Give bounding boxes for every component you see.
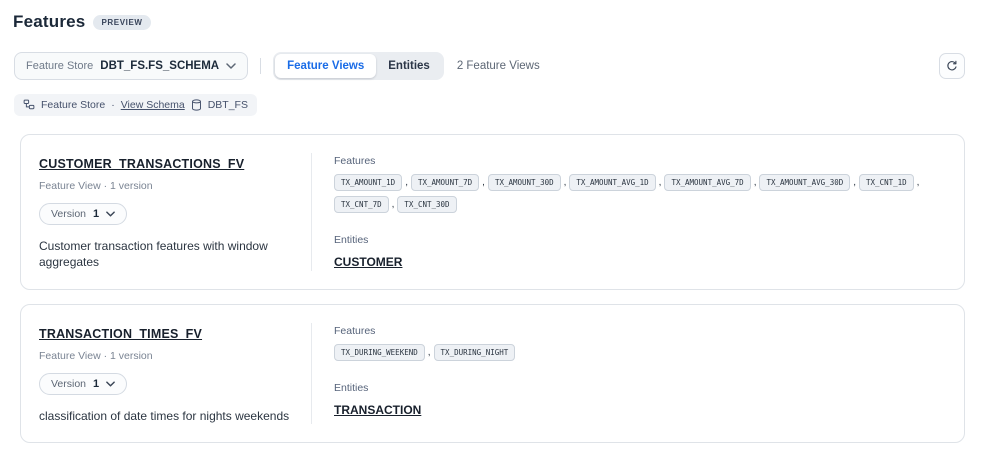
- chip-separator: ,: [659, 177, 662, 188]
- feature-chip: TX_DURING_WEEKEND: [334, 344, 425, 361]
- breadcrumb: Feature Store · View Schema DBT_FS: [14, 94, 257, 116]
- version-value: 1: [93, 208, 99, 220]
- toolbar-divider: [260, 58, 261, 74]
- feature-chip-item: TX_CNT_1D,: [859, 174, 922, 191]
- feature-view-title-link[interactable]: CUSTOMER_TRANSACTIONS_FV: [39, 157, 244, 171]
- feature-view-description: Customer transaction features with windo…: [39, 238, 294, 270]
- chip-separator: ,: [754, 177, 757, 188]
- features-label: Features: [334, 325, 944, 337]
- card-summary: CUSTOMER_TRANSACTIONS_FV Feature View · …: [21, 135, 311, 289]
- feature-view-card: CUSTOMER_TRANSACTIONS_FV Feature View · …: [20, 134, 965, 290]
- chip-separator: ,: [564, 177, 567, 188]
- feature-chip: TX_CNT_30D: [397, 196, 456, 213]
- entity-link[interactable]: CUSTOMER: [334, 255, 402, 269]
- page-header: Features PREVIEW: [0, 0, 985, 32]
- store-selector-label: Feature Store: [26, 60, 93, 72]
- feature-chip-item: TX_AMOUNT_7D,: [411, 174, 488, 191]
- version-label: Version: [51, 208, 86, 220]
- toolbar: Feature Store DBT_FS.FS_SCHEMA Feature V…: [14, 52, 965, 80]
- chevron-down-icon: [226, 63, 236, 69]
- chevron-down-icon: [106, 381, 115, 387]
- feature-view-meta: Feature View · 1 version: [39, 180, 301, 192]
- chip-separator: ,: [482, 177, 485, 188]
- feature-chip: TX_AMOUNT_7D: [411, 174, 479, 191]
- feature-view-list: CUSTOMER_TRANSACTIONS_FV Feature View · …: [20, 134, 965, 443]
- tab-entities[interactable]: Entities: [376, 54, 442, 78]
- view-schema-link[interactable]: View Schema: [121, 99, 185, 111]
- card-details: Features TX_AMOUNT_1D, TX_AMOUNT_7D, TX_…: [312, 135, 964, 289]
- features-chip-list: TX_AMOUNT_1D, TX_AMOUNT_7D, TX_AMOUNT_30…: [334, 174, 944, 218]
- feature-chip-item: TX_AMOUNT_AVG_1D,: [569, 174, 664, 191]
- feature-chip: TX_AMOUNT_1D: [334, 174, 402, 191]
- feature-chip: TX_AMOUNT_AVG_7D: [664, 174, 750, 191]
- refresh-icon: [946, 60, 958, 72]
- feature-view-title-link[interactable]: TRANSACTION_TIMES_FV: [39, 327, 202, 341]
- entities-block: Entities CUSTOMER: [334, 234, 944, 271]
- feature-views-count: 2 Feature Views: [457, 60, 540, 72]
- refresh-button[interactable]: [939, 53, 965, 79]
- feature-store-selector[interactable]: Feature Store DBT_FS.FS_SCHEMA: [14, 52, 248, 80]
- page-title: Features: [13, 12, 85, 32]
- view-switcher: Feature Views Entities: [273, 52, 444, 80]
- preview-badge: PREVIEW: [93, 15, 150, 30]
- store-selector-value: DBT_FS.FS_SCHEMA: [100, 60, 219, 72]
- feature-chip-item: TX_CNT_30D,: [397, 196, 456, 213]
- entities-block: Entities TRANSACTION: [334, 382, 944, 419]
- schema-icon: [23, 99, 35, 111]
- feature-chip-item: TX_AMOUNT_AVG_7D,: [664, 174, 759, 191]
- chip-separator: ,: [392, 199, 395, 210]
- feature-chip-item: TX_DURING_WEEKEND,: [334, 344, 434, 361]
- features-chip-list: TX_DURING_WEEKEND, TX_DURING_NIGHT,: [334, 344, 944, 366]
- feature-chip-item: TX_CNT_7D,: [334, 196, 397, 213]
- entities-label: Entities: [334, 382, 944, 394]
- chip-separator: ,: [428, 347, 431, 358]
- chevron-down-icon: [106, 211, 115, 217]
- version-label: Version: [51, 378, 86, 390]
- chip-separator: ,: [405, 177, 408, 188]
- feature-chip: TX_AMOUNT_AVG_30D: [759, 174, 850, 191]
- version-selector[interactable]: Version 1: [39, 373, 127, 395]
- feature-chip: TX_DURING_NIGHT: [434, 344, 516, 361]
- feature-chip: TX_CNT_7D: [334, 196, 389, 213]
- feature-chip-item: TX_AMOUNT_AVG_30D,: [759, 174, 859, 191]
- feature-chip: TX_AMOUNT_AVG_1D: [569, 174, 655, 191]
- breadcrumb-store-label: Feature Store: [41, 99, 105, 111]
- feature-chip-item: TX_DURING_NIGHT,: [434, 344, 516, 361]
- database-icon: [191, 99, 202, 111]
- features-label: Features: [334, 155, 944, 167]
- breadcrumb-row: Feature Store · View Schema DBT_FS: [14, 94, 985, 116]
- card-summary: TRANSACTION_TIMES_FV Feature View · 1 ve…: [21, 305, 311, 442]
- entity-list: TRANSACTION: [334, 401, 944, 419]
- version-value: 1: [93, 378, 99, 390]
- feature-chip-item: TX_AMOUNT_1D,: [334, 174, 411, 191]
- breadcrumb-database-name: DBT_FS: [208, 99, 248, 111]
- chip-separator: ,: [917, 177, 920, 188]
- card-details: Features TX_DURING_WEEKEND, TX_DURING_NI…: [312, 305, 964, 442]
- feature-view-meta: Feature View · 1 version: [39, 350, 301, 362]
- chip-separator: ,: [853, 177, 856, 188]
- feature-view-card: TRANSACTION_TIMES_FV Feature View · 1 ve…: [20, 304, 965, 443]
- tab-feature-views[interactable]: Feature Views: [275, 54, 376, 78]
- breadcrumb-separator: ·: [111, 99, 115, 111]
- entity-list: CUSTOMER: [334, 253, 944, 271]
- entity-link[interactable]: TRANSACTION: [334, 403, 421, 417]
- entities-label: Entities: [334, 234, 944, 246]
- feature-chip: TX_AMOUNT_30D: [488, 174, 561, 191]
- feature-chip-item: TX_AMOUNT_30D,: [488, 174, 569, 191]
- feature-chip: TX_CNT_1D: [859, 174, 914, 191]
- feature-view-description: classification of date times for nights …: [39, 408, 294, 424]
- version-selector[interactable]: Version 1: [39, 203, 127, 225]
